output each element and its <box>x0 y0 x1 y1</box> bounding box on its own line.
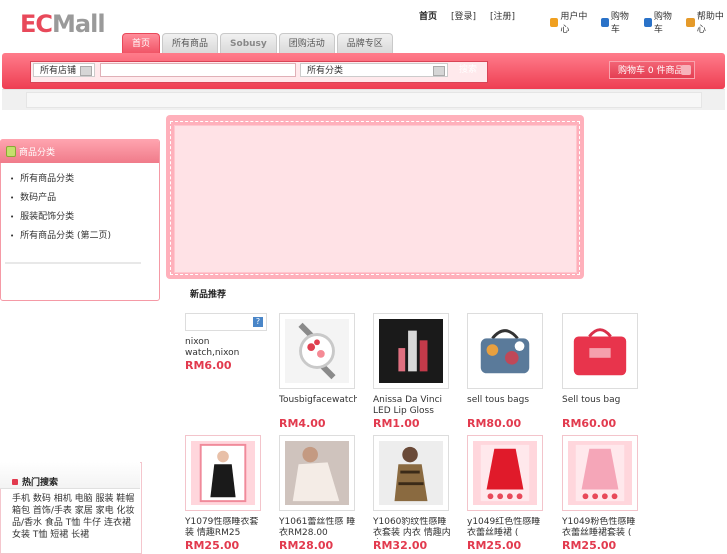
user-icon <box>550 17 559 27</box>
lingerie-image <box>473 441 537 505</box>
product-image[interactable] <box>279 313 355 389</box>
search-scope-select[interactable]: 所有店铺 <box>33 63 95 77</box>
search-scope-value: 所有店铺 <box>40 66 77 76</box>
product-image[interactable] <box>467 313 543 389</box>
logo-mall: Mall <box>52 10 106 38</box>
bag-image <box>473 319 537 383</box>
category-item[interactable]: 所有商品分类 <box>10 172 111 191</box>
search-input[interactable] <box>100 63 296 77</box>
top-links: 用户中心 购物车 购物车 帮助中心 <box>550 9 727 35</box>
cart-link-2[interactable]: 购物车 <box>643 9 677 35</box>
lip-gloss-image <box>379 319 443 383</box>
product-card[interactable]: ? nixon watch,nixon RM6.00 <box>185 313 267 372</box>
tab-all-products[interactable]: 所有商品 <box>162 33 219 54</box>
search-button[interactable]: 搜索 <box>452 62 484 78</box>
cart-summary-label: 购物车 0 件商品 <box>618 66 684 76</box>
product-price: RM80.00 <box>467 417 522 430</box>
product-card[interactable]: Y1060豹纹性感睡衣套装 内衣 情趣内衣 RM32.00 <box>373 435 451 552</box>
product-card[interactable]: Anissa Da Vinci LED Lip Gloss RM1.00 <box>373 313 451 430</box>
logo-ec: EC <box>20 10 53 38</box>
divider <box>5 262 141 264</box>
book-icon <box>686 17 695 27</box>
product-name[interactable]: Y1049粉色性感睡衣蕾丝睡裙套装 ( <box>562 517 640 539</box>
product-image[interactable] <box>185 435 261 511</box>
tab-home[interactable]: 首页 <box>122 33 161 54</box>
product-image-broken[interactable]: ? <box>185 313 267 331</box>
hot-search-title-text: 热门搜索 <box>22 478 59 488</box>
top-nav: 首页 [登录] [注册] <box>419 9 515 22</box>
product-price: RM25.00 <box>185 539 240 552</box>
product-price: RM28.00 <box>279 539 334 552</box>
product-image[interactable] <box>467 435 543 511</box>
broken-image-icon: ? <box>253 317 263 327</box>
home-link[interactable]: 首页 <box>419 9 437 22</box>
login-link[interactable]: [登录] <box>451 9 476 22</box>
tab-sobusy[interactable]: Sobusy <box>220 33 277 54</box>
product-image[interactable] <box>373 435 449 511</box>
hot-search-title: 热门搜索 <box>12 475 58 488</box>
product-name[interactable]: Anissa Da Vinci LED Lip Gloss <box>373 395 451 417</box>
lingerie-image <box>191 441 255 505</box>
product-price: RM4.00 <box>279 417 326 430</box>
lingerie-image <box>379 441 443 505</box>
ecmall-logo[interactable]: ECMall <box>20 10 106 38</box>
hot-search-keywords[interactable]: 手机 数码 相机 电脑 服装 鞋帽 箱包 首饰/手表 家居 家电 化妆品/香水 … <box>12 493 142 541</box>
product-name[interactable]: Y1060豹纹性感睡衣套装 内衣 情趣内衣 <box>373 517 451 539</box>
product-price: RM32.00 <box>373 539 428 552</box>
product-price: RM60.00 <box>562 417 617 430</box>
product-image[interactable] <box>373 313 449 389</box>
cart-summary-button[interactable]: 购物车 0 件商品 <box>609 61 695 79</box>
category-title: 商品分类 <box>6 145 55 158</box>
sub-bar-strip <box>26 92 702 108</box>
folder-icon <box>6 146 16 157</box>
category-item[interactable]: 服装配饰分类 <box>10 210 111 229</box>
search-category-value: 所有分类 <box>307 66 344 76</box>
chevron-down-icon <box>433 66 445 76</box>
product-name[interactable]: Sell tous bag <box>562 395 640 417</box>
product-card[interactable]: Y1061蕾丝性感 睡衣RM28.00 RM28.00 <box>279 435 357 552</box>
square-icon <box>12 478 18 485</box>
chevron-down-icon <box>80 66 92 76</box>
product-price: RM6.00 <box>185 359 232 372</box>
product-price: RM1.00 <box>373 417 420 430</box>
tab-brands[interactable]: 品牌专区 <box>336 33 393 54</box>
help-center-link[interactable]: 帮助中心 <box>686 9 727 35</box>
lingerie-image <box>568 441 632 505</box>
category-list: 所有商品分类 数码产品 服装配饰分类 所有商品分类 (第二页) <box>10 172 111 248</box>
category-title-text: 商品分类 <box>19 148 56 158</box>
user-center-link[interactable]: 用户中心 <box>550 9 591 35</box>
product-name[interactable]: Tousbigfacewatch <box>279 395 357 417</box>
product-card[interactable]: y1049红色性感睡衣蕾丝睡裙 ( RM25.00 <box>467 435 545 552</box>
cart-icon <box>600 17 609 27</box>
product-image[interactable] <box>562 313 638 389</box>
chevron-right-icon <box>681 65 691 75</box>
cart-icon <box>643 17 652 27</box>
pink-bag-image <box>568 319 632 383</box>
tab-groupbuy[interactable]: 团购活动 <box>278 33 335 54</box>
product-name[interactable]: Y1079性感睡衣套装 情趣RM25 <box>185 517 263 539</box>
category-item[interactable]: 所有商品分类 (第二页) <box>10 229 111 248</box>
product-name[interactable]: Y1061蕾丝性感 睡衣RM28.00 <box>279 517 357 539</box>
main-tabs: 首页 所有商品 Sobusy 团购活动 品牌专区 <box>122 33 393 54</box>
cart-link[interactable]: 购物车 <box>600 9 634 35</box>
product-card[interactable]: Y1049粉色性感睡衣蕾丝睡裙套装 ( RM25.00 <box>562 435 640 552</box>
product-card[interactable]: Tousbigfacewatch RM4.00 <box>279 313 357 430</box>
lingerie-image <box>285 441 349 505</box>
product-name[interactable]: sell tous bags <box>467 395 545 417</box>
product-price: RM25.00 <box>562 539 617 552</box>
category-item[interactable]: 数码产品 <box>10 191 111 210</box>
product-card[interactable]: Sell tous bag RM60.00 <box>562 313 640 430</box>
product-name[interactable]: nixon watch,nixon <box>185 337 263 359</box>
product-card[interactable]: Y1079性感睡衣套装 情趣RM25 RM25.00 <box>185 435 263 552</box>
register-link[interactable]: [注册] <box>490 9 515 22</box>
product-price: RM25.00 <box>467 539 522 552</box>
new-products-title: 新品推荐 <box>190 290 227 300</box>
search-category-select[interactable]: 所有分类 <box>300 63 448 77</box>
watch-image <box>285 319 349 383</box>
product-image[interactable] <box>279 435 355 511</box>
banner-area[interactable] <box>174 125 577 273</box>
product-name[interactable]: y1049红色性感睡衣蕾丝睡裙 ( <box>467 517 545 539</box>
product-card[interactable]: sell tous bags RM80.00 <box>467 313 545 430</box>
product-image[interactable] <box>562 435 638 511</box>
